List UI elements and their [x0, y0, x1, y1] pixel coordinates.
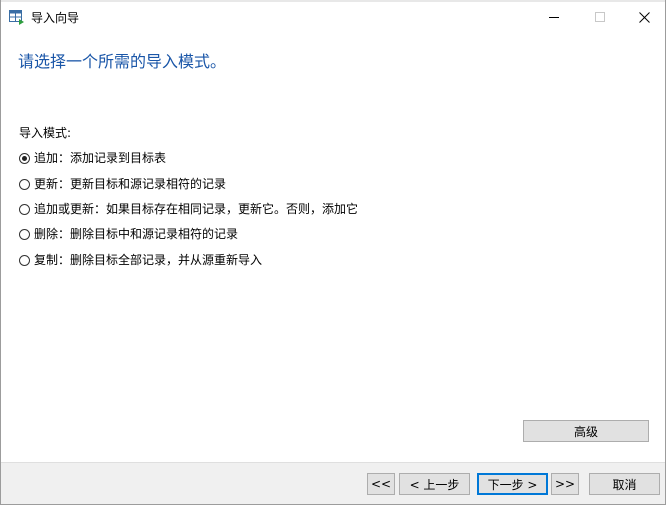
- maximize-icon: [595, 12, 605, 22]
- radio-label: 追加：添加记录到目标表: [34, 151, 167, 165]
- radio-label: 追加或更新：如果目标存在相同记录，更新它。否则，添加它: [34, 202, 359, 216]
- radio-button-icon: [19, 152, 30, 164]
- import-wizard-window: 导入向导 请选择一个所需的导入模式。 导入模式: 追加：添加记录到目标表 更新：…: [0, 0, 666, 505]
- maximize-button[interactable]: [577, 2, 623, 32]
- window-title: 导入向导: [31, 11, 80, 25]
- import-mode-label: 导入模式:: [19, 126, 72, 140]
- radio-button-icon: [19, 203, 30, 215]
- first-page-button[interactable]: <<: [367, 473, 395, 495]
- advanced-button[interactable]: 高级: [523, 420, 649, 442]
- radio-button-icon: [19, 254, 30, 266]
- radio-button-icon: [19, 178, 30, 190]
- radio-copy[interactable]: 复制：删除目标全部记录，并从源重新导入: [19, 251, 262, 269]
- minimize-icon: [549, 12, 559, 22]
- wizard-footer: << < 上一步 下一步 > >> 取消: [1, 462, 665, 504]
- radio-label: 复制：删除目标全部记录，并从源重新导入: [34, 253, 263, 267]
- minimize-button[interactable]: [531, 2, 577, 32]
- next-button[interactable]: 下一步 >: [477, 473, 548, 495]
- radio-append[interactable]: 追加：添加记录到目标表: [19, 149, 166, 167]
- page-heading: 请选择一个所需的导入模式。: [18, 52, 227, 71]
- radio-selected-dot: [22, 155, 27, 161]
- cancel-button[interactable]: 取消: [589, 473, 660, 495]
- radio-update[interactable]: 更新：更新目标和源记录相符的记录: [19, 175, 226, 193]
- radio-append-or-update[interactable]: 追加或更新：如果目标存在相同记录，更新它。否则，添加它: [19, 200, 358, 218]
- close-icon: [638, 11, 650, 23]
- radio-delete[interactable]: 删除：删除目标中和源记录相符的记录: [19, 225, 238, 243]
- previous-button[interactable]: < 上一步: [399, 473, 470, 495]
- close-button[interactable]: [621, 2, 665, 32]
- title-bar[interactable]: 导入向导: [1, 2, 665, 33]
- table-import-icon: [9, 10, 25, 25]
- radio-button-icon: [19, 228, 30, 240]
- wizard-header: 请选择一个所需的导入模式。: [1, 33, 665, 88]
- last-page-button[interactable]: >>: [551, 473, 579, 495]
- radio-label: 更新：更新目标和源记录相符的记录: [34, 177, 227, 191]
- radio-label: 删除：删除目标中和源记录相符的记录: [34, 227, 239, 241]
